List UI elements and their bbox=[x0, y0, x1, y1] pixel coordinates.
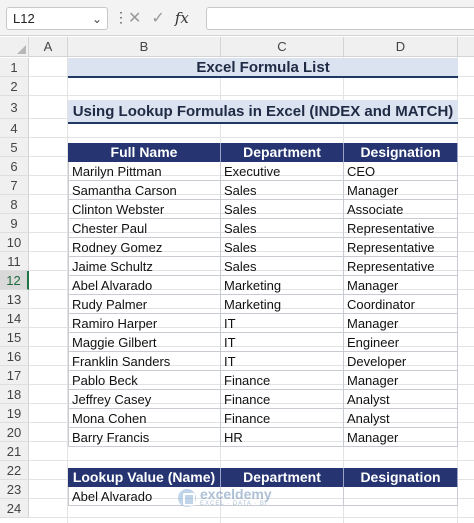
row-header-24[interactable]: 24 bbox=[0, 499, 29, 518]
name-cell[interactable]: Pablo Beck bbox=[68, 371, 221, 390]
designation-cell[interactable]: Manager bbox=[344, 428, 458, 447]
designation-cell[interactable]: Manager bbox=[344, 371, 458, 390]
department-cell[interactable]: Sales bbox=[221, 181, 344, 200]
watermark-tagline: EXCEL · DATA · BI bbox=[200, 501, 268, 507]
name-cell[interactable]: Abel Alvarado bbox=[68, 276, 221, 295]
row-header-1[interactable]: 1 bbox=[0, 58, 29, 77]
department-cell[interactable]: IT bbox=[221, 352, 344, 371]
designation-cell[interactable]: Analyst bbox=[344, 409, 458, 428]
name-cell[interactable]: Barry Francis bbox=[68, 428, 221, 447]
row-header-21[interactable]: 21 bbox=[0, 442, 29, 461]
row-header-12[interactable]: 12 bbox=[0, 271, 29, 290]
name-box[interactable]: L12 ⌄ bbox=[6, 7, 108, 30]
row-header-17[interactable]: 17 bbox=[0, 366, 29, 385]
department-cell[interactable]: IT bbox=[221, 314, 344, 333]
lookup-header-department[interactable]: Department bbox=[221, 468, 344, 487]
lookup-designation-result[interactable] bbox=[344, 487, 458, 506]
row-header-3[interactable]: 3 bbox=[0, 96, 29, 119]
department-cell[interactable]: Finance bbox=[221, 409, 344, 428]
formula-input[interactable] bbox=[206, 7, 474, 30]
department-cell[interactable]: Sales bbox=[221, 200, 344, 219]
name-cell[interactable]: Jeffrey Casey bbox=[68, 390, 221, 409]
designation-cell[interactable]: Representative bbox=[344, 238, 458, 257]
designation-cell[interactable]: Manager bbox=[344, 276, 458, 295]
designation-cell[interactable]: Manager bbox=[344, 314, 458, 333]
designation-cell[interactable]: Engineer bbox=[344, 333, 458, 352]
row-header-6[interactable]: 6 bbox=[0, 157, 29, 176]
column-header-a[interactable]: A bbox=[29, 37, 68, 57]
row-header-23[interactable]: 23 bbox=[0, 480, 29, 499]
sheet-title: Excel Formula List bbox=[68, 58, 458, 78]
sheet-subtitle: Using Lookup Formulas in Excel (INDEX an… bbox=[68, 100, 458, 124]
row-header-13[interactable]: 13 bbox=[0, 290, 29, 309]
department-cell[interactable]: Finance bbox=[221, 371, 344, 390]
insert-function-icon[interactable]: fx bbox=[175, 7, 189, 30]
table-header-designation[interactable]: Designation bbox=[344, 143, 458, 162]
column-header-d[interactable]: D bbox=[344, 37, 458, 57]
row-header-8[interactable]: 8 bbox=[0, 195, 29, 214]
formula-bar: L12 ⌄ ⋮ ✕ ✓ fx bbox=[0, 0, 474, 36]
column-header-c[interactable]: C bbox=[221, 37, 344, 57]
name-cell[interactable]: Rodney Gomez bbox=[68, 238, 221, 257]
name-cell[interactable]: Jaime Schultz bbox=[68, 257, 221, 276]
name-cell[interactable]: Marilyn Pittman bbox=[68, 162, 221, 181]
row-header-11[interactable]: 11 bbox=[0, 252, 29, 271]
department-cell[interactable]: Finance bbox=[221, 390, 344, 409]
name-cell[interactable]: Maggie Gilbert bbox=[68, 333, 221, 352]
column-header-b[interactable]: B bbox=[68, 37, 221, 57]
department-cell[interactable]: Sales bbox=[221, 238, 344, 257]
cancel-icon[interactable]: ✕ bbox=[128, 7, 141, 30]
designation-cell[interactable]: CEO bbox=[344, 162, 458, 181]
column-header-e[interactable] bbox=[458, 37, 474, 57]
row-header-9[interactable]: 9 bbox=[0, 214, 29, 233]
table-header-department[interactable]: Department bbox=[221, 143, 344, 162]
name-cell[interactable]: Rudy Palmer bbox=[68, 295, 221, 314]
name-cell[interactable]: Mona Cohen bbox=[68, 409, 221, 428]
department-cell[interactable]: HR bbox=[221, 428, 344, 447]
row-header-18[interactable]: 18 bbox=[0, 385, 29, 404]
name-cell[interactable]: Ramiro Harper bbox=[68, 314, 221, 333]
designation-cell[interactable]: Representative bbox=[344, 219, 458, 238]
department-cell[interactable]: IT bbox=[221, 333, 344, 352]
exceldemy-logo-icon bbox=[178, 488, 196, 507]
row-header-2[interactable]: 2 bbox=[0, 77, 29, 96]
table-header-full-name[interactable]: Full Name bbox=[68, 143, 221, 162]
designation-cell[interactable]: Analyst bbox=[344, 390, 458, 409]
row-header-7[interactable]: 7 bbox=[0, 176, 29, 195]
name-cell[interactable]: Clinton Webster bbox=[68, 200, 221, 219]
designation-cell[interactable]: Manager bbox=[344, 181, 458, 200]
row-header-15[interactable]: 15 bbox=[0, 328, 29, 347]
name-cell[interactable]: Franklin Sanders bbox=[68, 352, 221, 371]
name-cell[interactable]: Samantha Carson bbox=[68, 181, 221, 200]
department-cell[interactable]: Marketing bbox=[221, 295, 344, 314]
row-header-4[interactable]: 4 bbox=[0, 119, 29, 138]
row-header-5[interactable]: 5 bbox=[0, 138, 29, 157]
exceldemy-watermark: exceldemy EXCEL · DATA · BI bbox=[178, 487, 272, 508]
row-header-16[interactable]: 16 bbox=[0, 347, 29, 366]
row-header-20[interactable]: 20 bbox=[0, 423, 29, 442]
name-cell[interactable]: Chester Paul bbox=[68, 219, 221, 238]
row-header-14[interactable]: 14 bbox=[0, 309, 29, 328]
select-all-button[interactable] bbox=[0, 37, 29, 57]
watermark-name: exceldemy bbox=[200, 486, 272, 502]
designation-cell[interactable]: Coordinator bbox=[344, 295, 458, 314]
more-options-icon[interactable]: ⋮ bbox=[114, 9, 128, 25]
lookup-header-name[interactable]: Lookup Value (Name) bbox=[68, 468, 221, 487]
designation-cell[interactable]: Representative bbox=[344, 257, 458, 276]
department-cell[interactable]: Sales bbox=[221, 257, 344, 276]
enter-icon[interactable]: ✓ bbox=[151, 7, 164, 30]
department-cell[interactable]: Executive bbox=[221, 162, 344, 181]
row-header-22[interactable]: 22 bbox=[0, 461, 29, 480]
designation-cell[interactable]: Developer bbox=[344, 352, 458, 371]
department-cell[interactable]: Sales bbox=[221, 219, 344, 238]
chevron-down-icon[interactable]: ⌄ bbox=[92, 12, 102, 26]
department-cell[interactable]: Marketing bbox=[221, 276, 344, 295]
designation-cell[interactable]: Associate bbox=[344, 200, 458, 219]
row-header-10[interactable]: 10 bbox=[0, 233, 29, 252]
lookup-header-designation[interactable]: Designation bbox=[344, 468, 458, 487]
row-header-19[interactable]: 19 bbox=[0, 404, 29, 423]
name-box-value: L12 bbox=[13, 11, 35, 26]
